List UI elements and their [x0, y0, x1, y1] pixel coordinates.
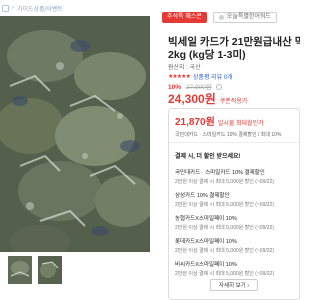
max-discount-price: 21,870원 일시불 최대할인가: [175, 113, 293, 128]
benefit-name: 국민대카드 · 스마일카드 10% 결제할인: [175, 170, 265, 176]
promo-badge: 추석특 혜스콘: [162, 12, 207, 23]
benefit-condition: 2만원 이상 결제 시 최대 5,000원 할인 (~09/22): [175, 248, 274, 254]
thumbnail-image: [8, 256, 32, 284]
benefit-condition: 2만원 이상 결제 시 최대 5,000원 할인 (~09/22): [175, 202, 274, 208]
benefit-condition: 2만원 이상 결제 시 최대 5,000원 할인 (~09/22): [175, 271, 274, 277]
benefit-item: 농협카드X스마일페이 10% 2만원 이상 결제 시 최대 5,000원 할인 …: [169, 210, 299, 233]
award-icon: [218, 15, 224, 20]
benefits-title: 결제 시, 더 할인 받으세요!: [175, 154, 241, 160]
max-discount-section: 21,870원 일시불 최대할인가 국민대카드 · 스마일카드 10% 결제할인 …: [169, 109, 299, 143]
thumbnail-2[interactable]: [38, 256, 62, 284]
breadcrumb: › 가이드상품/이벤트: [2, 3, 63, 13]
benefit-name: 롯데카드X스마일페이 10%: [175, 239, 237, 245]
breadcrumb-item[interactable]: 가이드상품/이벤트: [17, 4, 63, 13]
product-badges: 추석특 혜스콘 오늘특별한어워드: [162, 12, 277, 23]
view-details-button[interactable]: 자세히 보기 ›: [209, 279, 259, 291]
thumbnail-1[interactable]: [8, 256, 32, 284]
benefit-item: 롯데카드X스마일페이 10% 2만원 이상 결제 시 최대 5,000원 할인 …: [169, 233, 299, 256]
review-count[interactable]: 상품평 리뷰 0개: [193, 72, 233, 81]
award-badge-label: 오늘특별한어워드: [226, 14, 271, 20]
star-rating-icon: ★★★★★: [168, 74, 191, 80]
sale-price-row: 24,300원 쿠폰적용가: [168, 90, 247, 107]
max-discount-label: 일시불 최대할인가: [217, 121, 264, 127]
home-icon[interactable]: [2, 4, 9, 12]
product-title-line-1: 빅세일 카드가 21만원급내산 먹을게 많은: [168, 36, 300, 48]
benefit-item: 비씨카드X스마일페이 10% 2만원 이상 결제 시 최대 5,000원 할인 …: [169, 256, 299, 279]
benefit-condition: 2만원 이상 결제 시 최대 5,000원 할인 (~09/22): [175, 179, 274, 185]
thumbnail-list: [8, 256, 62, 284]
max-discount-description: 국민대카드 · 스마일카드 10% 결제할인 / 최대 10%: [175, 132, 282, 138]
coupon-price-label[interactable]: 쿠폰적용가: [220, 96, 248, 105]
breadcrumb-separator: ›: [12, 5, 14, 11]
max-discount-value: 21,870원: [175, 117, 215, 128]
benefit-condition: 2만원 이상 결제 시 최대 5,000원 할인 (~09/22): [175, 225, 274, 231]
crab-photo: [0, 16, 150, 252]
product-title: 빅세일 카드가 21만원급내산 먹을게 많은 2kg (kg당 1-3미): [168, 36, 300, 62]
product-rating[interactable]: ★★★★★ 상품평 리뷰 0개: [168, 72, 233, 81]
benefit-item: 국민대카드 · 스마일카드 10% 결제할인 2만원 이상 결제 시 최대 5,…: [169, 164, 299, 187]
thumbnail-image: [38, 256, 62, 284]
product-origin: 원산지 : 국산: [168, 65, 201, 71]
benefit-item: 삼성카드 10% 결제할인 2만원 이상 결제 시 최대 5,000원 할인 (…: [169, 187, 299, 210]
benefit-name: 삼성카드 10% 결제할인: [175, 193, 230, 199]
product-main-image[interactable]: [0, 16, 150, 252]
payment-benefits-card: 21,870원 일시불 최대할인가 국민대카드 · 스마일카드 10% 결제할인 …: [168, 108, 300, 300]
award-badge: 오늘특별한어워드: [212, 12, 277, 23]
product-title-line-2: 2kg (kg당 1-3미): [168, 49, 246, 61]
benefit-name: 농협카드X스마일페이 10%: [175, 216, 237, 222]
benefit-name: 비씨카드X스마일페이 10%: [175, 262, 237, 268]
sale-price: 24,300원: [168, 92, 216, 106]
